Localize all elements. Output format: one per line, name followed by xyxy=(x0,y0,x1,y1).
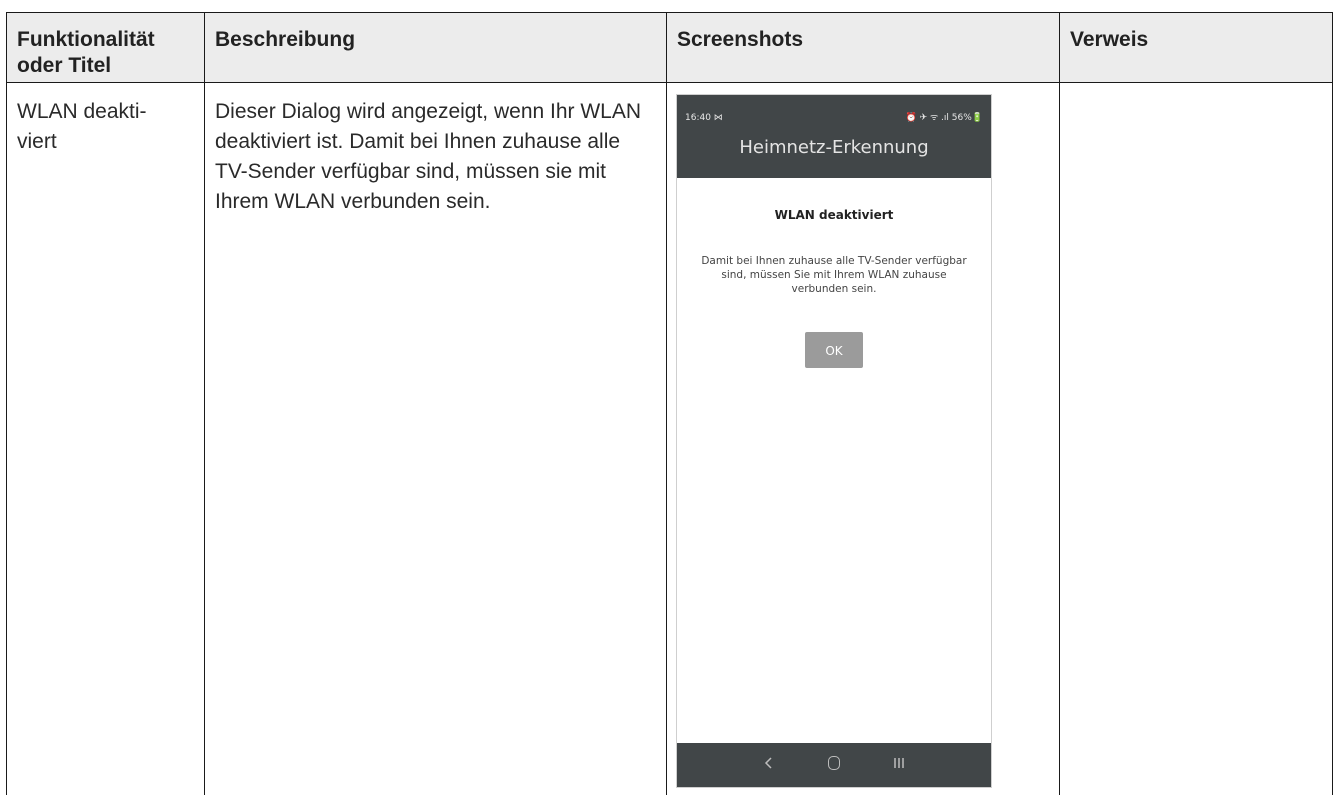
dialog-message: Damit bei Ihnen zuhause alle TV-Sender v… xyxy=(701,255,967,295)
cell-title: WLAN deakti- viert xyxy=(6,82,205,795)
dialog-title: WLAN deaktiviert xyxy=(774,208,894,222)
cell-reference xyxy=(1059,82,1333,795)
header-row: Funktionalität oder Titel Beschreibung S… xyxy=(6,12,1333,83)
header-screenshots: Screenshots xyxy=(666,12,1060,83)
header-description: Beschreibung xyxy=(204,12,667,83)
app-title: Heimnetz-Erkennung xyxy=(739,137,929,158)
home-icon[interactable] xyxy=(824,750,844,780)
back-icon[interactable] xyxy=(759,750,779,780)
status-time: 16:40 ⋈ xyxy=(685,113,723,123)
phone-app-bar: 16:40 ⋈ ⏰ ✈ ᯤ .ıl 56%🔋 Heimnetz-Erkennun… xyxy=(677,95,991,178)
header-reference: Verweis xyxy=(1059,12,1333,83)
status-icons: ⏰ ✈ ᯤ .ıl 56%🔋 xyxy=(905,113,983,123)
android-nav-bar xyxy=(677,743,991,787)
header-functionality: Funktionalität oder Titel xyxy=(6,12,205,83)
phone-screenshot: 16:40 ⋈ ⏰ ✈ ᯤ .ıl 56%🔋 Heimnetz-Erkennun… xyxy=(676,94,992,788)
ok-button[interactable]: OK xyxy=(805,332,863,368)
table-row: WLAN deakti- viert Dieser Dialog wird an… xyxy=(6,82,1333,795)
cell-screenshot: 16:40 ⋈ ⏰ ✈ ᯤ .ıl 56%🔋 Heimnetz-Erkennun… xyxy=(666,82,1060,795)
recents-icon[interactable] xyxy=(889,750,909,780)
cell-description: Dieser Dialog wird angezeigt, wenn Ihr W… xyxy=(204,82,667,795)
documentation-table: Funktionalität oder Titel Beschreibung S… xyxy=(6,12,1333,795)
